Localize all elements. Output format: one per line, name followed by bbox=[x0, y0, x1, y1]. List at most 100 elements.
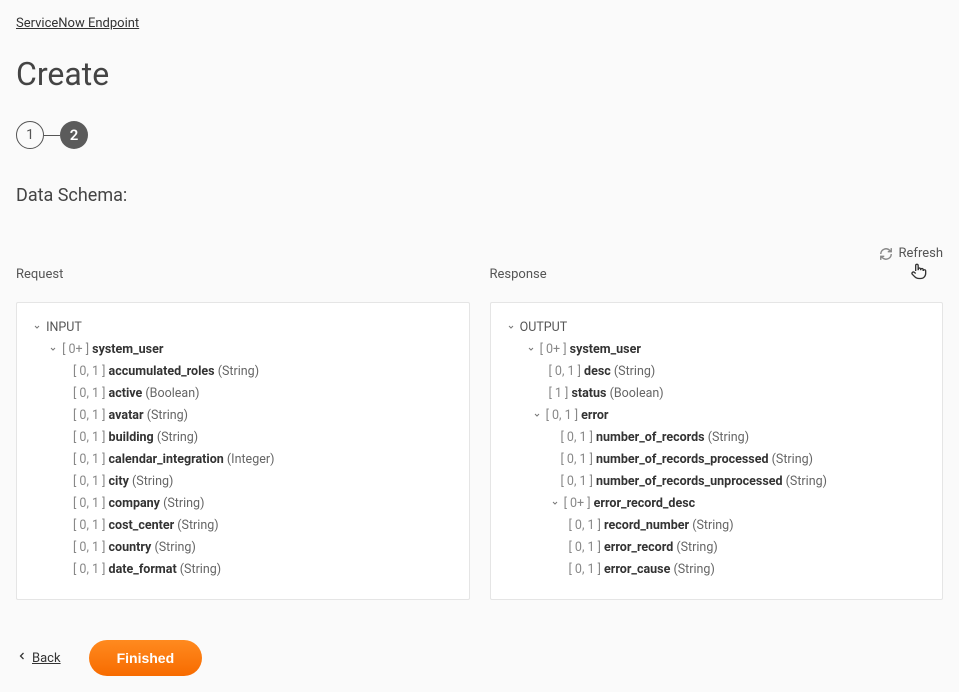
tree-leaf[interactable]: [ 0, 1 ] active (Boolean) bbox=[27, 383, 459, 405]
field-name: accumulated_roles bbox=[109, 364, 215, 379]
field-type: (String) bbox=[163, 496, 204, 511]
chevron-down-icon[interactable] bbox=[527, 339, 537, 361]
field-type: (String) bbox=[177, 518, 218, 533]
field-name: desc bbox=[584, 364, 611, 379]
field-name: date_format bbox=[109, 562, 177, 577]
field-type: (String) bbox=[147, 408, 188, 423]
field-type: (Boolean) bbox=[145, 386, 199, 401]
tree-branch[interactable]: [ 0, 1 ] error bbox=[501, 405, 933, 427]
field-name: cost_center bbox=[109, 518, 175, 533]
field-type: (String) bbox=[218, 364, 259, 379]
request-schema-box: INPUT [ 0+ ] system_user[ 0, 1 ] accumul… bbox=[16, 302, 470, 600]
back-button[interactable]: Back bbox=[16, 650, 61, 666]
request-label: Request bbox=[16, 267, 470, 282]
cardinality: [ 0+ ] bbox=[62, 342, 92, 357]
response-label: Response bbox=[490, 267, 944, 282]
chevron-down-icon[interactable] bbox=[33, 317, 43, 339]
chevron-down-icon[interactable] bbox=[49, 339, 59, 361]
back-label: Back bbox=[32, 651, 61, 666]
field-type: (String) bbox=[180, 562, 221, 577]
refresh-icon bbox=[879, 247, 893, 261]
cardinality: [ 0, 1 ] bbox=[73, 452, 109, 467]
field-type: (String) bbox=[676, 540, 717, 555]
cursor-pointer-icon bbox=[909, 261, 929, 285]
field-name: number_of_records_unprocessed bbox=[596, 474, 782, 489]
root-label: OUTPUT bbox=[520, 320, 568, 335]
step-1[interactable]: 1 bbox=[16, 121, 44, 149]
tree-branch[interactable]: [ 0+ ] error_record_desc bbox=[501, 493, 933, 515]
tree-leaf[interactable]: [ 0, 1 ] company (String) bbox=[27, 493, 459, 515]
tree-root[interactable]: INPUT bbox=[27, 317, 459, 339]
cardinality: [ 0, 1 ] bbox=[73, 474, 109, 489]
field-name: error_record bbox=[604, 540, 673, 555]
field-type: (String) bbox=[157, 430, 198, 445]
chevron-down-icon[interactable] bbox=[533, 405, 543, 427]
field-name: system_user bbox=[570, 342, 641, 357]
field-name: active bbox=[109, 386, 143, 401]
tree-leaf[interactable]: [ 0, 1 ] record_number (String) bbox=[501, 515, 933, 537]
refresh-button[interactable]: Refresh bbox=[16, 246, 943, 261]
field-type: (String) bbox=[786, 474, 827, 489]
field-name: calendar_integration bbox=[109, 452, 224, 467]
cardinality: [ 0, 1 ] bbox=[73, 540, 109, 555]
field-name: error_cause bbox=[604, 562, 670, 577]
tree-leaf[interactable]: [ 0, 1 ] avatar (String) bbox=[27, 405, 459, 427]
tree-leaf[interactable]: [ 0, 1 ] error_cause (String) bbox=[501, 559, 933, 581]
cardinality: [ 0, 1 ] bbox=[73, 386, 109, 401]
field-type: (Boolean) bbox=[610, 386, 664, 401]
tree-leaf[interactable]: [ 0, 1 ] cost_center (String) bbox=[27, 515, 459, 537]
cardinality: [ 1 ] bbox=[549, 386, 572, 401]
field-name: status bbox=[571, 386, 606, 401]
chevron-left-icon bbox=[16, 650, 28, 666]
field-name: company bbox=[109, 496, 160, 511]
tree-leaf[interactable]: [ 0, 1 ] accumulated_roles (String) bbox=[27, 361, 459, 383]
cardinality: [ 0, 1 ] bbox=[561, 452, 597, 467]
tree-leaf[interactable]: [ 0, 1 ] city (String) bbox=[27, 471, 459, 493]
cardinality: [ 0, 1 ] bbox=[73, 364, 109, 379]
field-type: (String) bbox=[614, 364, 655, 379]
endpoint-link[interactable]: ServiceNow Endpoint bbox=[16, 16, 139, 31]
finished-button[interactable]: Finished bbox=[89, 640, 203, 676]
field-type: (String) bbox=[132, 474, 173, 489]
tree-branch[interactable]: [ 0+ ] system_user bbox=[501, 339, 933, 361]
tree-leaf[interactable]: [ 0, 1 ] date_format (String) bbox=[27, 559, 459, 581]
field-type: (String) bbox=[673, 562, 714, 577]
field-name: error bbox=[581, 408, 608, 423]
field-name: city bbox=[109, 474, 129, 489]
tree-leaf[interactable]: [ 0, 1 ] number_of_records_unprocessed (… bbox=[501, 471, 933, 493]
cardinality: [ 0, 1 ] bbox=[73, 408, 109, 423]
refresh-label: Refresh bbox=[899, 246, 943, 261]
cardinality: [ 0, 1 ] bbox=[546, 408, 582, 423]
field-name: system_user bbox=[92, 342, 163, 357]
tree-leaf[interactable]: [ 0, 1 ] desc (String) bbox=[501, 361, 933, 383]
tree-leaf[interactable]: [ 0, 1 ] error_record (String) bbox=[501, 537, 933, 559]
cardinality: [ 0, 1 ] bbox=[73, 562, 109, 577]
cardinality: [ 0+ ] bbox=[540, 342, 570, 357]
chevron-down-icon[interactable] bbox=[551, 493, 561, 515]
field-name: number_of_records_processed bbox=[596, 452, 768, 467]
field-name: avatar bbox=[109, 408, 144, 423]
chevron-down-icon[interactable] bbox=[507, 317, 517, 339]
cardinality: [ 0, 1 ] bbox=[561, 474, 597, 489]
cardinality: [ 0, 1 ] bbox=[569, 518, 605, 533]
field-name: record_number bbox=[604, 518, 689, 533]
page-title: Create bbox=[16, 55, 943, 93]
tree-leaf[interactable]: [ 0, 1 ] building (String) bbox=[27, 427, 459, 449]
field-name: building bbox=[109, 430, 154, 445]
tree-leaf[interactable]: [ 0, 1 ] calendar_integration (Integer) bbox=[27, 449, 459, 471]
tree-leaf[interactable]: [ 0, 1 ] number_of_records_processed (St… bbox=[501, 449, 933, 471]
tree-leaf[interactable]: [ 0, 1 ] number_of_records (String) bbox=[501, 427, 933, 449]
cardinality: [ 0, 1 ] bbox=[73, 518, 109, 533]
field-name: number_of_records bbox=[596, 430, 705, 445]
cardinality: [ 0, 1 ] bbox=[73, 430, 109, 445]
tree-leaf[interactable]: [ 0, 1 ] country (String) bbox=[27, 537, 459, 559]
tree-leaf[interactable]: [ 1 ] status (Boolean) bbox=[501, 383, 933, 405]
root-label: INPUT bbox=[46, 320, 82, 335]
field-type: (String) bbox=[692, 518, 733, 533]
field-name: error_record_desc bbox=[594, 496, 695, 511]
cardinality: [ 0+ ] bbox=[564, 496, 594, 511]
tree-branch[interactable]: [ 0+ ] system_user bbox=[27, 339, 459, 361]
cardinality: [ 0, 1 ] bbox=[561, 430, 597, 445]
tree-root[interactable]: OUTPUT bbox=[501, 317, 933, 339]
cardinality: [ 0, 1 ] bbox=[549, 364, 585, 379]
